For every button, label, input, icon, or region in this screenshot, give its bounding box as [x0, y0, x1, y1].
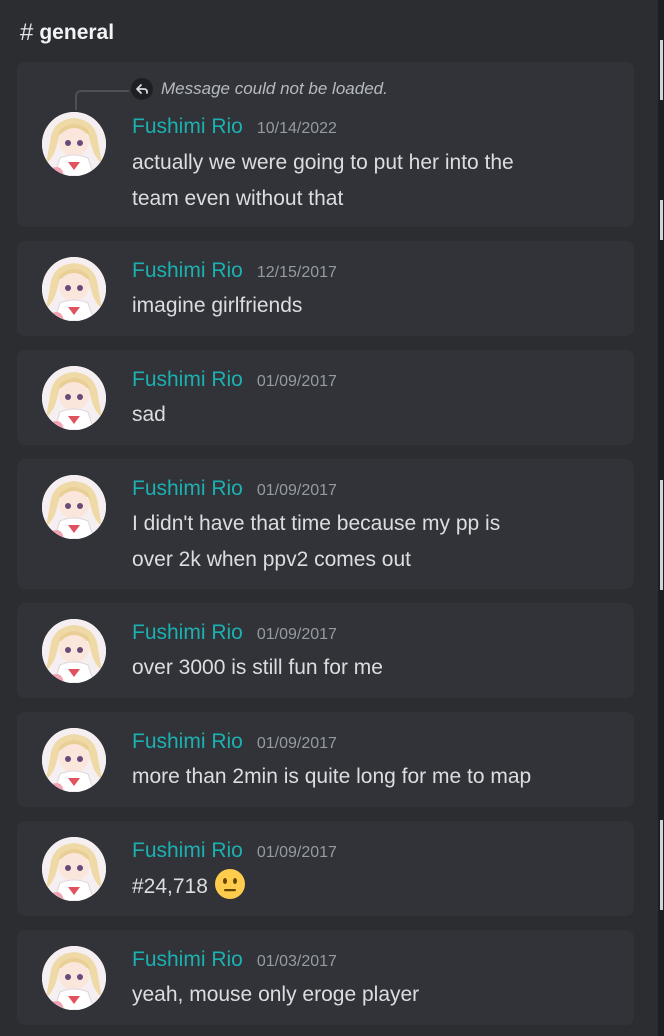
channel-name[interactable]: general: [39, 21, 114, 45]
avatar[interactable]: [42, 619, 106, 683]
message-line: yeah, mouse only eroge player: [132, 983, 420, 1006]
timestamp: 01/09/2017: [256, 626, 337, 643]
message-item[interactable]: Fushimi Rio 01/09/2017 I didn't have tha…: [17, 459, 634, 589]
message-header: Fushimi Rio 01/09/2017: [132, 730, 337, 754]
author-name[interactable]: Fushimi Rio: [132, 259, 243, 283]
message-content: actually we were going to put her into t…: [132, 145, 612, 217]
message-line: imagine girlfriends: [132, 294, 303, 317]
timestamp: 12/15/2017: [256, 264, 337, 281]
avatar[interactable]: [42, 112, 106, 176]
reply-arrow-icon: [131, 78, 153, 100]
reply-text: Message could not be loaded.: [161, 79, 388, 98]
edge-highlight: [660, 480, 663, 590]
message-header: Fushimi Rio 01/03/2017: [132, 948, 337, 972]
message-content: I didn't have that time because my pp is…: [132, 506, 612, 578]
timestamp: 01/03/2017: [256, 953, 337, 970]
message-item[interactable]: Message could not be loaded. Fushimi Rio…: [17, 62, 634, 227]
message-header: Fushimi Rio 12/15/2017: [132, 259, 337, 283]
message-item[interactable]: Fushimi Rio 01/09/2017 #24,718: [17, 821, 634, 916]
chat-panel: # general Message could not be loaded. F…: [0, 0, 658, 1036]
message-text: #24,718: [132, 875, 208, 898]
edge-highlight: [660, 40, 663, 100]
message-line: I didn't have that time because my pp is: [132, 512, 501, 535]
message-content: sad: [132, 397, 612, 433]
message-item[interactable]: Fushimi Rio 01/09/2017 more than 2min is…: [17, 712, 634, 807]
avatar[interactable]: [42, 946, 106, 1010]
avatar[interactable]: [42, 366, 106, 430]
message-line: team even without that: [132, 187, 344, 210]
message-header: Fushimi Rio 01/09/2017: [132, 621, 337, 645]
neutral-face-emoji[interactable]: [214, 868, 246, 900]
timestamp: 01/09/2017: [256, 373, 337, 390]
avatar[interactable]: [42, 728, 106, 792]
channel-header: # general: [20, 19, 114, 47]
message-item[interactable]: Fushimi Rio 01/09/2017 sad: [17, 350, 634, 445]
avatar[interactable]: [42, 257, 106, 321]
reply-connector: [75, 90, 129, 110]
author-name[interactable]: Fushimi Rio: [132, 730, 243, 754]
avatar[interactable]: [42, 475, 106, 539]
message-item[interactable]: Fushimi Rio 01/09/2017 over 3000 is stil…: [17, 603, 634, 698]
message-line: over 2k when ppv2 comes out: [132, 548, 411, 571]
message-header: Fushimi Rio 01/09/2017: [132, 839, 337, 863]
message-content: over 3000 is still fun for me: [132, 650, 612, 686]
message-line: #24,718: [132, 868, 612, 905]
reply-reference[interactable]: Message could not be loaded.: [131, 78, 388, 100]
timestamp: 01/09/2017: [256, 844, 337, 861]
message-line: sad: [132, 403, 166, 426]
message-content: more than 2min is quite long for me to m…: [132, 759, 612, 795]
message-content: yeah, mouse only eroge player: [132, 977, 612, 1013]
author-name[interactable]: Fushimi Rio: [132, 948, 243, 972]
author-name[interactable]: Fushimi Rio: [132, 368, 243, 392]
message-header: Fushimi Rio 01/09/2017: [132, 477, 337, 501]
edge-highlight: [660, 200, 663, 240]
edge-highlight: [660, 820, 663, 910]
message-content: #24,718: [132, 868, 612, 905]
timestamp: 01/09/2017: [256, 735, 337, 752]
message-header: Fushimi Rio 01/09/2017: [132, 368, 337, 392]
timestamp: 01/09/2017: [256, 482, 337, 499]
timestamp: 10/14/2022: [256, 120, 337, 137]
window-edge: [658, 0, 664, 1036]
message-item[interactable]: Fushimi Rio 12/15/2017 imagine girlfrien…: [17, 241, 634, 336]
message-content: imagine girlfriends: [132, 288, 612, 324]
avatar[interactable]: [42, 837, 106, 901]
message-item[interactable]: Fushimi Rio 01/03/2017 yeah, mouse only …: [17, 930, 634, 1025]
message-line: more than 2min is quite long for me to m…: [132, 765, 532, 788]
author-name[interactable]: Fushimi Rio: [132, 115, 243, 139]
author-name[interactable]: Fushimi Rio: [132, 477, 243, 501]
author-name[interactable]: Fushimi Rio: [132, 621, 243, 645]
message-line: actually we were going to put her into t…: [132, 151, 514, 174]
author-name[interactable]: Fushimi Rio: [132, 839, 243, 863]
message-header: Fushimi Rio 10/14/2022: [132, 115, 337, 139]
message-line: over 3000 is still fun for me: [132, 656, 383, 679]
hash-icon: #: [20, 19, 34, 46]
